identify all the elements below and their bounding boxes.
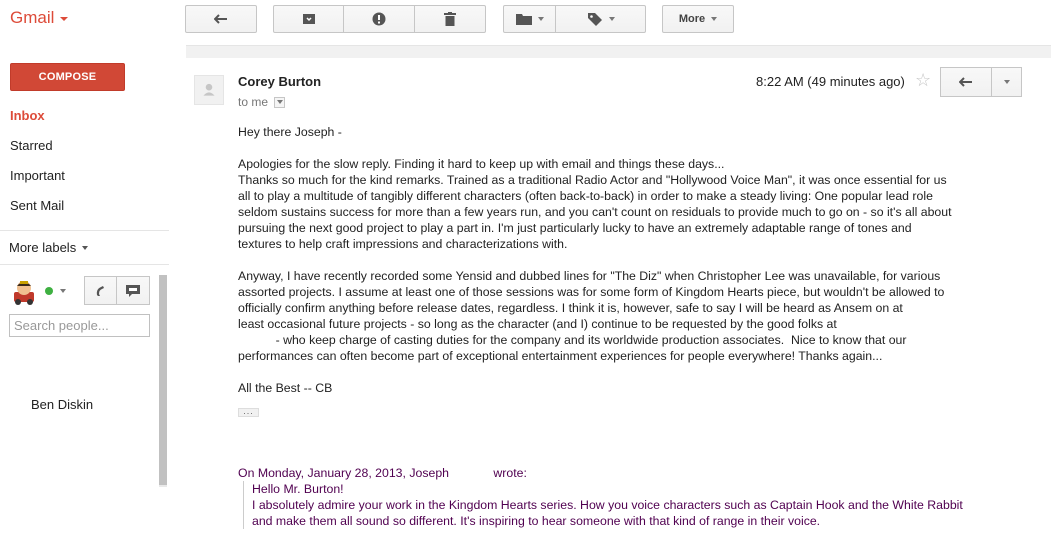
sender-name[interactable]: Corey Burton (238, 74, 321, 89)
nav-item-important[interactable]: Important (10, 168, 65, 183)
body-line: officially confirm anything before relea… (238, 301, 903, 315)
video-call-button[interactable] (117, 276, 150, 305)
body-line: seldom sustains success for more than a … (238, 205, 952, 219)
chevron-down-icon (711, 17, 718, 21)
more-button-label: More (678, 13, 706, 25)
chat-call-group (84, 276, 150, 305)
sender-avatar-icon (194, 75, 224, 105)
user-avatar-icon[interactable] (10, 278, 38, 306)
more-labels-label: More labels (9, 240, 77, 255)
delete-button[interactable] (415, 5, 486, 33)
back-arrow-icon (214, 14, 227, 24)
quoted-line: I absolutely admire your work in the Kin… (252, 498, 963, 512)
body-line: Hey there Joseph - (238, 125, 342, 139)
body-line: textures to help craft impressions and c… (238, 237, 568, 251)
body-line: least occasional future projects - so lo… (238, 317, 837, 331)
star-icon[interactable]: ☆ (915, 70, 931, 91)
voice-call-button[interactable] (84, 276, 117, 305)
gmail-logo-menu[interactable]: Gmail (10, 8, 69, 28)
quoted-line: and make them all sound so different. It… (252, 514, 821, 528)
body-line: Apologies for the slow reply. Finding it… (238, 157, 725, 171)
archive-button[interactable] (273, 5, 344, 33)
folder-icon (515, 14, 532, 25)
reply-arrow-icon (959, 77, 972, 87)
compose-button[interactable]: COMPOSE (10, 63, 125, 91)
chevron-down-icon (1003, 80, 1010, 84)
nav-item-inbox[interactable]: Inbox (10, 108, 45, 123)
quoted-text: Hello Mr. Burton! I absolutely admire yo… (243, 481, 1042, 529)
organize-button-group (503, 5, 646, 33)
nav-divider (0, 264, 169, 265)
quoted-line: Hello Mr. Burton! (252, 482, 344, 496)
back-to-inbox-button[interactable] (185, 5, 257, 33)
more-reply-options-button[interactable] (992, 67, 1022, 97)
report-spam-icon (372, 12, 386, 26)
more-button[interactable]: More (662, 5, 734, 33)
body-line: Anyway, I have recently recorded some Ye… (238, 269, 941, 283)
chevron-down-icon (60, 17, 69, 21)
nav-item-sent-mail[interactable]: Sent Mail (10, 198, 64, 213)
labels-button[interactable] (556, 5, 646, 33)
chevron-down-icon (537, 17, 544, 21)
chat-contact[interactable]: Ben Diskin (31, 397, 93, 412)
message-timestamp: 8:22 AM (49 minutes ago) (756, 74, 905, 89)
quoted-header: On Monday, January 28, 2013, Joseph wrot… (238, 466, 527, 480)
presence-dot-icon[interactable] (45, 287, 53, 295)
body-line: assorted projects. I assume at least one… (238, 285, 945, 299)
reply-button[interactable] (940, 67, 992, 97)
chat-scrollbar-thumb[interactable] (159, 275, 167, 485)
body-line: All the Best -- CB (238, 381, 333, 395)
more-labels-toggle[interactable]: More labels (9, 240, 89, 255)
body-line: performances can often become part of ex… (238, 349, 883, 363)
video-chat-icon (126, 284, 140, 297)
body-line: Thanks so much for the kind remarks. Tra… (238, 173, 947, 187)
body-line: all to play a multitude of tangibly diff… (238, 189, 933, 203)
show-details-toggle[interactable] (274, 96, 286, 108)
chevron-down-icon[interactable] (60, 289, 66, 293)
action-button-group (273, 5, 486, 33)
toolbar-shade (186, 46, 1051, 58)
recipient-line: to me (238, 95, 286, 109)
move-to-button[interactable] (503, 5, 556, 33)
chevron-down-icon (82, 245, 89, 250)
trash-icon (444, 12, 456, 26)
label-tag-icon (587, 13, 602, 26)
chevron-down-icon (608, 17, 615, 21)
nav-divider (0, 230, 169, 231)
body-line: - who keep charge of casting duties for … (238, 333, 907, 347)
chevron-down-icon (276, 100, 283, 104)
nav-item-starred[interactable]: Starred (10, 138, 53, 153)
phone-icon (96, 285, 104, 296)
gmail-logo: Gmail (10, 8, 55, 27)
show-trimmed-content-button[interactable]: ... (238, 407, 259, 417)
body-line: pursuing the next good project to play a… (238, 221, 912, 235)
recipient-label: to me (238, 95, 269, 109)
reply-button-group (940, 67, 1022, 97)
archive-icon (302, 14, 315, 24)
report-spam-button[interactable] (344, 5, 415, 33)
search-people-input[interactable] (9, 314, 150, 337)
message-body: Hey there Joseph - Apologies for the slo… (238, 124, 1028, 396)
